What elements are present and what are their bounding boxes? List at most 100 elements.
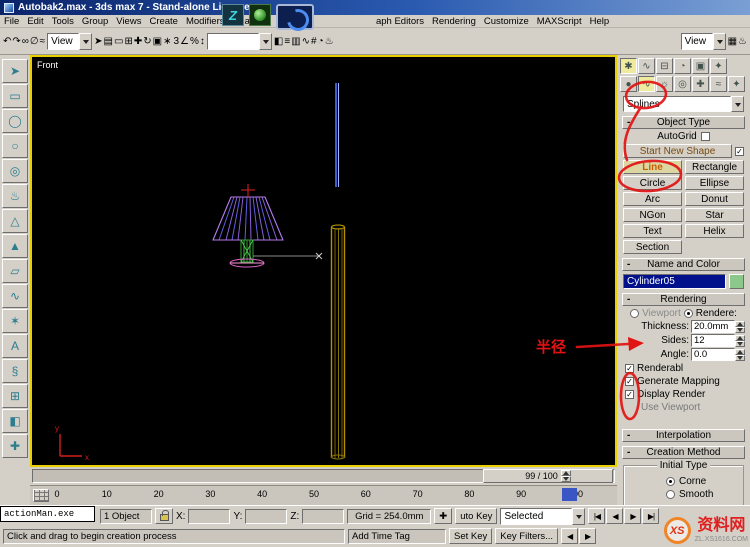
move-icon[interactable]: ✚	[134, 36, 142, 47]
layer-manager-icon[interactable]: ▥	[291, 36, 300, 47]
mirror-icon[interactable]: ◧	[274, 36, 283, 47]
selection-lock-button[interactable]	[155, 508, 173, 524]
chevron-down-icon[interactable]	[572, 507, 586, 525]
quick-render-icon[interactable]: ♨	[738, 36, 747, 47]
subtab-helpers[interactable]: ✚	[692, 76, 709, 92]
menu-item[interactable]: Create	[145, 16, 182, 27]
subtab-cameras[interactable]: ◎	[674, 76, 691, 92]
text-tool-icon[interactable]: A	[2, 334, 28, 358]
menu-item[interactable]: File	[0, 16, 23, 27]
set-key-button[interactable]: Set Key	[449, 528, 493, 544]
reference-coordinate-dropdown[interactable]: View	[47, 32, 93, 50]
named-selection-sets-dropdown[interactable]	[206, 32, 272, 50]
next-key-icon[interactable]: ▶	[579, 528, 597, 544]
category-dropdown[interactable]: Splines	[623, 96, 744, 112]
autogrid-checkbox[interactable]	[700, 132, 710, 141]
redo-icon[interactable]: ↷	[12, 36, 20, 47]
pan-icon[interactable]: ✚	[434, 508, 453, 524]
menu-item[interactable]: MAXScript	[533, 16, 586, 27]
spline-tool-icon[interactable]: ∿	[2, 284, 28, 308]
window-crossing-icon[interactable]: ⊞	[124, 36, 132, 47]
checkbox-checked[interactable]: ✓	[625, 364, 634, 373]
cross-tool-icon[interactable]: ✚	[2, 434, 28, 458]
subtab-spacewarps[interactable]: ≈	[710, 76, 727, 92]
chevron-down-icon[interactable]	[731, 96, 744, 112]
thickness-field[interactable]: 20.0mm	[691, 320, 735, 333]
rollout-name-and-color[interactable]: - Name and Color	[622, 258, 745, 271]
add-time-tag[interactable]: Add Time Tag	[348, 528, 446, 544]
chevron-down-icon[interactable]	[258, 32, 272, 50]
tab-utilities[interactable]: ✦	[710, 58, 727, 74]
pyramid-tool-icon[interactable]: ▲	[2, 234, 28, 258]
menu-item[interactable]: Customize	[480, 16, 533, 27]
object-color-swatch[interactable]	[729, 274, 744, 289]
angle-snap-icon[interactable]: ∠	[180, 36, 189, 47]
cone-tool-icon[interactable]: △	[2, 209, 28, 233]
time-slider-handle[interactable]: 99 / 100	[483, 469, 613, 483]
sphere-tool-icon[interactable]: ◯	[2, 109, 28, 133]
select-link-icon[interactable]: ∞	[22, 36, 29, 47]
smooth-radio[interactable]	[666, 490, 675, 499]
sides-spinner[interactable]	[735, 334, 745, 347]
object-type-button[interactable]: Donut	[685, 192, 744, 206]
render-scene-icon[interactable]: ♨	[325, 36, 334, 47]
key-selection-dropdown[interactable]: Selected	[500, 507, 586, 525]
subtab-systems[interactable]: ✦	[728, 76, 745, 92]
tab-display[interactable]: ▣	[692, 58, 709, 74]
spinner-snap-icon[interactable]: ↕	[200, 36, 205, 47]
object-type-button[interactable]: Helix	[685, 224, 744, 238]
object-type-button[interactable]: Ellipse	[685, 176, 744, 190]
corner-radio[interactable]	[666, 477, 675, 486]
tab-create[interactable]: ✱	[620, 58, 637, 74]
object-type-button[interactable]: Text	[623, 224, 682, 238]
subtab-shapes[interactable]: ∿	[638, 76, 655, 92]
curve-editor-icon[interactable]: ∿	[302, 36, 310, 47]
checkbox-checked[interactable]: ✓	[625, 377, 634, 386]
x-coordinate-field[interactable]	[188, 508, 231, 524]
angle-spinner[interactable]	[735, 348, 745, 361]
select-icon[interactable]: ➤	[94, 36, 102, 47]
frame-spinner[interactable]	[560, 470, 571, 482]
bind-spacewarp-icon[interactable]: ≈	[40, 36, 46, 47]
align-icon[interactable]: ≡	[284, 36, 290, 47]
prev-frame-icon[interactable]: ◀	[606, 508, 624, 524]
checkbox-checked[interactable]: ✓	[625, 390, 634, 399]
plane-tool-icon[interactable]: ▱	[2, 259, 28, 283]
start-new-shape-button[interactable]: Start New Shape	[623, 144, 732, 158]
mirror-tool-icon[interactable]: ◧	[2, 409, 28, 433]
thickness-spinner[interactable]	[735, 320, 745, 333]
select-by-name-icon[interactable]: ▤	[104, 36, 113, 47]
menu-item[interactable]: Views	[112, 16, 145, 27]
region-icon[interactable]: ▭	[114, 36, 123, 47]
viewport-label[interactable]: Front	[37, 60, 58, 70]
play-icon[interactable]: ▶	[624, 508, 642, 524]
menu-item[interactable]: aph Editors	[372, 16, 428, 27]
renderer-radio[interactable]	[683, 309, 693, 318]
plugin-z-icon[interactable]: Z	[222, 4, 244, 26]
material-editor-icon[interactable]: ◔	[318, 36, 324, 47]
chevron-down-icon[interactable]	[712, 32, 726, 50]
manipulate-icon[interactable]: ∗	[163, 36, 171, 47]
object-type-button[interactable]: NGon	[623, 208, 682, 222]
box-tool-icon[interactable]: ▭	[2, 84, 28, 108]
tab-hierarchy[interactable]: ⊟	[656, 58, 673, 74]
object-type-button[interactable]: Circle	[623, 176, 682, 190]
3dsmax-logo-icon[interactable]	[276, 4, 314, 30]
menu-item[interactable]: Tools	[48, 16, 78, 27]
unlink-icon[interactable]: ∅	[30, 36, 39, 47]
y-coordinate-field[interactable]	[245, 508, 288, 524]
pointer-tool-icon[interactable]: ➤	[2, 59, 28, 83]
track-bar[interactable]: 0102030405060708090100	[30, 485, 617, 505]
rollout-rendering[interactable]: - Rendering	[622, 293, 745, 306]
rotate-icon[interactable]: ↻	[143, 36, 151, 47]
subtab-lights[interactable]: ☼	[656, 76, 673, 92]
object-type-button[interactable]: Star	[685, 208, 744, 222]
subtab-geometry[interactable]: ●	[620, 76, 637, 92]
mini-curve-editor-button[interactable]	[33, 489, 49, 502]
view-dropdown[interactable]: View	[680, 32, 726, 50]
percent-snap-icon[interactable]: %	[190, 36, 199, 47]
render-type-icon[interactable]: ▦	[728, 36, 737, 47]
snap-toggle-icon[interactable]: 3	[173, 36, 179, 47]
menu-item[interactable]: Edit	[23, 16, 47, 27]
object-name-field[interactable]: Cylinder05	[623, 274, 726, 289]
